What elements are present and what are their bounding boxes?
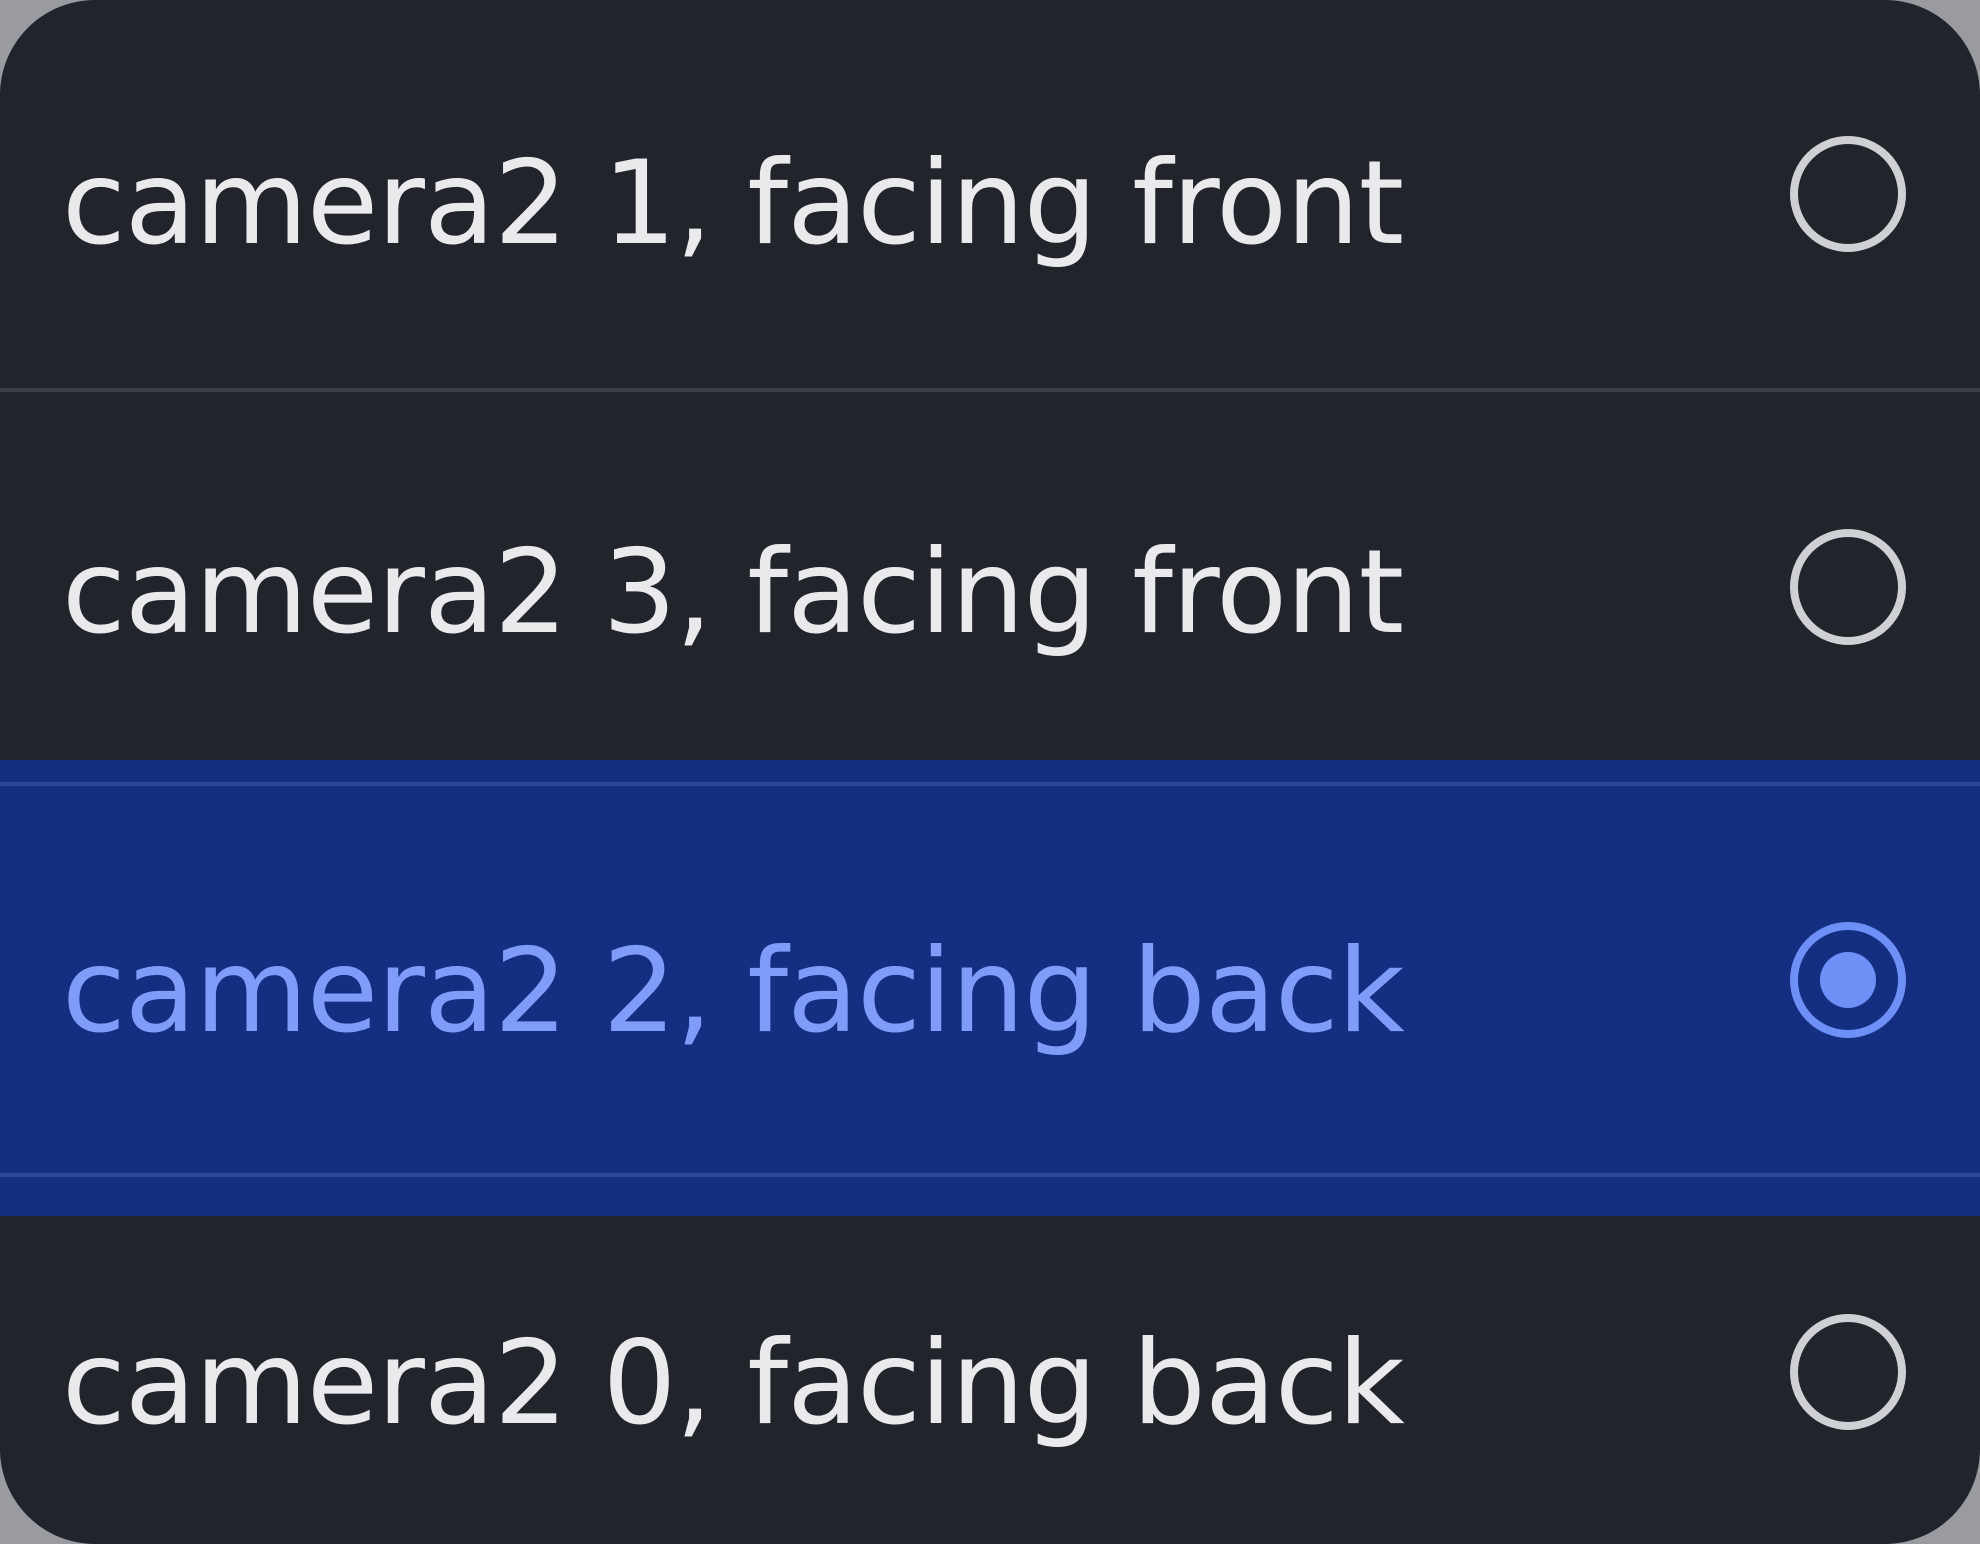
camera-option-camera2-3[interactable]: camera2 3, facing front bbox=[0, 388, 1980, 760]
camera-option-label: camera2 1, facing front bbox=[62, 136, 1404, 271]
radio-unchecked-icon[interactable] bbox=[1790, 529, 1906, 645]
radio-unchecked-icon[interactable] bbox=[1790, 136, 1906, 252]
camera-option-camera2-1[interactable]: camera2 1, facing front bbox=[0, 0, 1980, 388]
camera-option-label: camera2 0, facing back bbox=[62, 1316, 1405, 1451]
divider bbox=[0, 782, 1980, 786]
camera-select-list: camera2 1, facing front camera2 3, facin… bbox=[0, 0, 1980, 1544]
camera-option-camera2-0[interactable]: camera2 0, facing back bbox=[0, 1216, 1980, 1544]
camera-option-camera2-2-selected[interactable]: camera2 2, facing back bbox=[0, 760, 1980, 1216]
camera-option-label: camera2 2, facing back bbox=[62, 924, 1405, 1059]
radio-checked-icon[interactable] bbox=[1790, 922, 1906, 1038]
camera-option-label: camera2 3, facing front bbox=[62, 525, 1404, 660]
radio-unchecked-icon[interactable] bbox=[1790, 1314, 1906, 1430]
radio-dot-icon bbox=[1820, 952, 1876, 1008]
divider bbox=[0, 1173, 1980, 1177]
